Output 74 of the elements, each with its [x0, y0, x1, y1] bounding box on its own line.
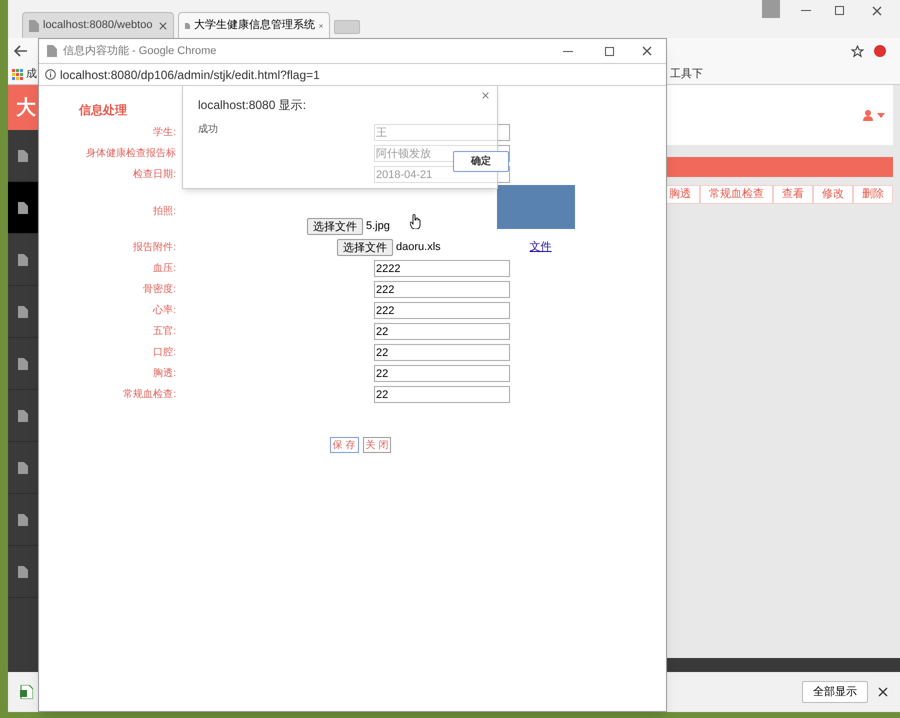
back-arrow-icon[interactable]	[14, 45, 28, 57]
browser-tab[interactable]: 大学生健康信息管理系统	[178, 12, 330, 38]
user-icon[interactable]	[863, 110, 873, 120]
tab-title: localhost:8080/webtoo	[43, 18, 154, 34]
input-field[interactable]: 22	[374, 344, 510, 361]
close-icon[interactable]	[878, 687, 888, 697]
spreadsheet-icon	[20, 685, 33, 699]
show-all-button[interactable]: 全部显示	[802, 681, 868, 703]
brand-logo: 大	[8, 85, 38, 130]
file-icon	[18, 462, 28, 474]
hand-cursor-icon	[410, 214, 421, 229]
close-icon[interactable]	[642, 46, 652, 56]
address-bar[interactable]: localhost:8080/dp106/admin/stjk/edit.html?flag=1	[39, 63, 666, 86]
table-header-cell: 常规血检查	[700, 185, 773, 204]
info-icon	[45, 69, 56, 80]
caret-icon[interactable]	[877, 112, 885, 118]
file-icon	[29, 20, 39, 32]
field-label: 口腔:	[153, 346, 176, 360]
field-label: 骨密度:	[143, 282, 176, 297]
window-title: 信息内容功能 - Google Chrome	[63, 44, 216, 59]
file-icon	[18, 254, 28, 266]
field-label: 常规血检查:	[123, 388, 176, 402]
input-field[interactable]: 2222	[374, 260, 510, 277]
choose-file-button[interactable]: 选择文件	[337, 239, 393, 256]
field-label: 血压:	[153, 262, 176, 276]
extension-icon[interactable]	[874, 45, 886, 57]
save-button[interactable]: 保 存	[330, 437, 358, 453]
ok-button[interactable]: 确定	[453, 151, 509, 172]
apps-grid-icon[interactable]	[12, 68, 23, 80]
field-label: 身体健康检查报告标	[86, 146, 176, 161]
input-field[interactable]: 22	[374, 386, 510, 403]
close-icon[interactable]	[872, 6, 882, 16]
file-icon	[18, 202, 28, 214]
choose-file-button[interactable]: 选择文件	[307, 218, 363, 235]
maximize-icon[interactable]	[835, 6, 844, 15]
file-icon	[18, 150, 28, 162]
field-label: 心率:	[153, 304, 176, 318]
field-label: 拍照:	[153, 204, 176, 218]
section-heading: 信息处理	[79, 102, 127, 119]
file-icon	[18, 514, 28, 526]
field-label: 胸透:	[153, 366, 176, 381]
bookmark-item[interactable]: 成	[26, 66, 37, 82]
alert-message: 成功	[198, 122, 218, 137]
field-label: 五官:	[153, 324, 176, 339]
field-label: 检查日期:	[133, 168, 176, 182]
file-icon	[18, 566, 28, 578]
file-icon	[18, 358, 28, 370]
table-header-cell: 删除	[853, 185, 893, 204]
close-icon[interactable]	[159, 22, 167, 30]
input-field[interactable]: 222	[374, 302, 510, 319]
star-icon[interactable]	[851, 44, 864, 58]
maximize-icon[interactable]	[605, 46, 614, 56]
table-header-cell: 修改	[813, 185, 853, 204]
file-icon	[47, 45, 57, 57]
close-icon[interactable]	[319, 22, 323, 30]
minimize-icon[interactable]	[563, 50, 573, 52]
file-name: daoru.xls	[396, 240, 441, 256]
input-field[interactable]: 222	[374, 281, 510, 298]
input-field[interactable]: 22	[374, 365, 510, 382]
bookmark-item[interactable]: 工具下	[670, 66, 703, 82]
browser-tab[interactable]: localhost:8080/webtoo	[22, 12, 174, 38]
file-name: 5.jpg	[366, 219, 390, 234]
table-header-cell: 查看	[773, 185, 813, 204]
url-text: localhost:8080/dp106/admin/stjk/edit.html?flag=1	[60, 66, 320, 84]
tab-title: 大学生健康信息管理系统	[194, 18, 315, 34]
alert-title: localhost:8080 显示:	[198, 97, 306, 114]
file-link[interactable]: 文件	[530, 239, 552, 256]
close-button[interactable]: 关 闭	[362, 437, 392, 453]
input-field[interactable]: 22	[374, 323, 510, 340]
sidebar-item[interactable]	[8, 182, 38, 234]
file-icon	[18, 306, 28, 318]
field-label: 报告附件:	[133, 240, 176, 255]
field-label: 学生:	[153, 126, 176, 140]
file-icon	[18, 410, 28, 422]
